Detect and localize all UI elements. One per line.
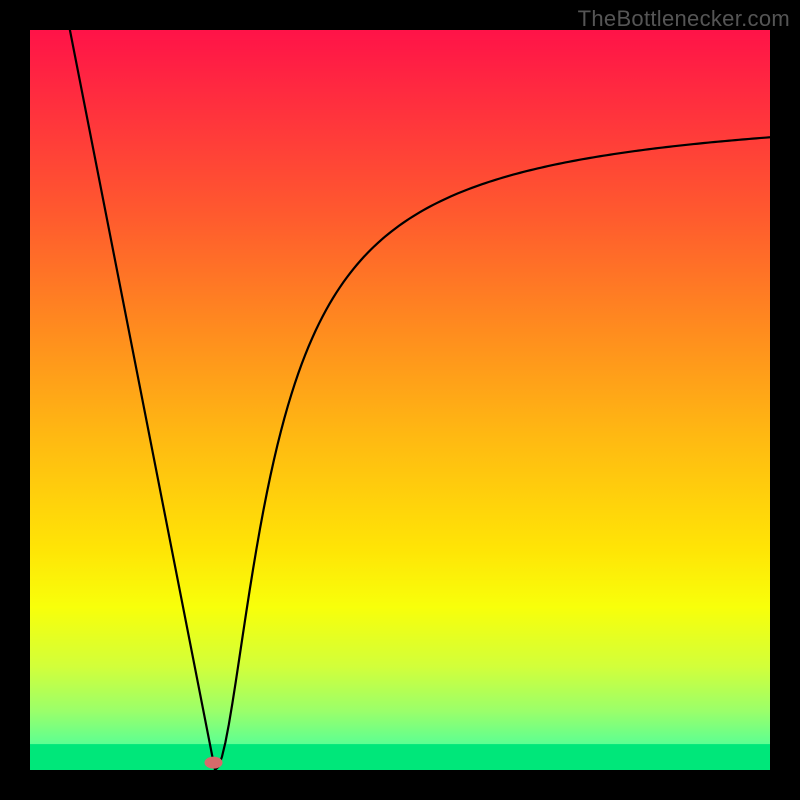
gradient-background — [30, 30, 770, 770]
green-band — [30, 744, 770, 770]
chart-frame: TheBottlenecker.com — [0, 0, 800, 800]
watermark-text: TheBottlenecker.com — [578, 6, 790, 32]
current-config-marker — [205, 757, 223, 769]
bottleneck-chart — [30, 30, 770, 770]
